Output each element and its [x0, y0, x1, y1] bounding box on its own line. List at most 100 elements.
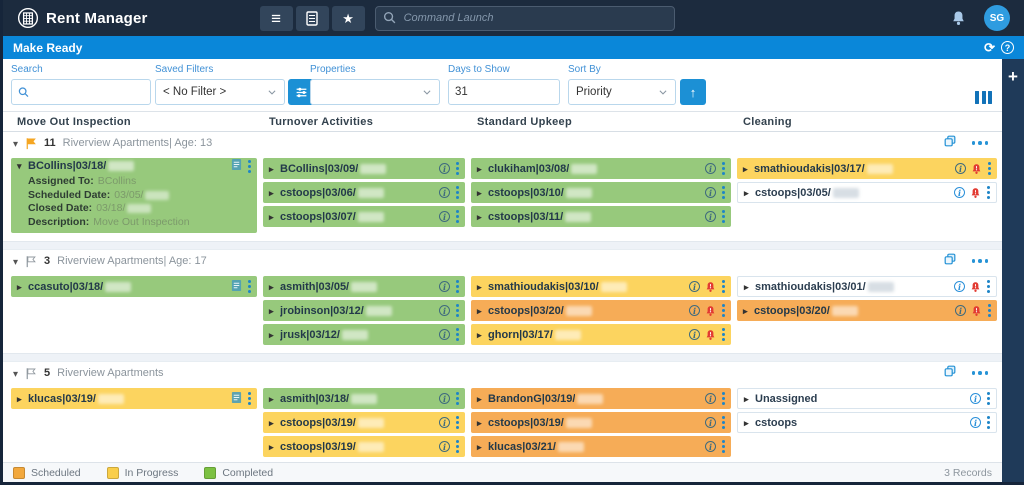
kebab-menu-icon[interactable]: [721, 185, 726, 200]
favorites-button[interactable]: [332, 6, 365, 31]
info-icon[interactable]: [689, 305, 700, 316]
notifications-bell-icon[interactable]: [951, 10, 966, 26]
kebab-menu-icon[interactable]: [455, 327, 460, 342]
task-card[interactable]: clukiham|03/08/: [471, 158, 731, 179]
info-icon[interactable]: [689, 329, 700, 340]
task-card[interactable]: cstoops|03/20/: [471, 300, 731, 321]
task-card[interactable]: cstoops|03/19/: [471, 412, 731, 433]
task-card[interactable]: smathioudakis|03/10/: [471, 276, 731, 297]
kebab-menu-icon[interactable]: [455, 209, 460, 224]
user-avatar[interactable]: SG: [984, 5, 1010, 31]
hamburger-menu-button[interactable]: [260, 6, 293, 31]
kebab-menu-icon[interactable]: [247, 159, 252, 174]
task-card[interactable]: Unassigned: [737, 388, 997, 409]
task-card[interactable]: asmith|03/18/: [263, 388, 465, 409]
task-card[interactable]: BrandonG|03/19/: [471, 388, 731, 409]
add-button[interactable]: [1008, 68, 1018, 87]
duplicate-icon[interactable]: [943, 134, 957, 153]
kebab-menu-icon[interactable]: [721, 279, 726, 294]
info-icon[interactable]: [439, 305, 450, 316]
kebab-menu-icon[interactable]: [721, 327, 726, 342]
info-icon[interactable]: [705, 187, 716, 198]
group-header[interactable]: 11 Riverview Apartments| Age: 13: [3, 132, 1002, 154]
info-icon[interactable]: [955, 305, 966, 316]
column-layout-icon[interactable]: [975, 91, 992, 104]
info-icon[interactable]: [970, 393, 981, 404]
kebab-menu-icon[interactable]: [455, 161, 460, 176]
task-card[interactable]: cstoops|03/20/: [737, 300, 997, 321]
task-card[interactable]: cstoops|03/07/: [263, 206, 465, 227]
duplicate-icon[interactable]: [943, 252, 957, 271]
search-field[interactable]: [11, 79, 151, 105]
more-options-icon[interactable]: [972, 371, 989, 375]
kebab-menu-icon[interactable]: [986, 279, 991, 294]
task-card[interactable]: ccasuto|03/18/: [11, 276, 257, 297]
command-launch-input[interactable]: [375, 6, 675, 31]
kebab-menu-icon[interactable]: [721, 209, 726, 224]
sort-direction-button[interactable]: [680, 79, 706, 105]
kebab-menu-icon[interactable]: [455, 303, 460, 318]
info-icon[interactable]: [439, 329, 450, 340]
task-card[interactable]: cstoops|03/05/: [737, 182, 997, 203]
info-icon[interactable]: [439, 393, 450, 404]
task-card[interactable]: smathioudakis|03/01/: [737, 276, 997, 297]
info-icon[interactable]: [954, 281, 965, 292]
kebab-menu-icon[interactable]: [987, 161, 992, 176]
kebab-menu-icon[interactable]: [986, 391, 991, 406]
info-icon[interactable]: [954, 187, 965, 198]
duplicate-icon[interactable]: [943, 364, 957, 383]
kebab-menu-icon[interactable]: [455, 185, 460, 200]
kebab-menu-icon[interactable]: [247, 391, 252, 406]
task-card[interactable]: cstoops|03/11/: [471, 206, 731, 227]
kebab-menu-icon[interactable]: [455, 391, 460, 406]
kebab-menu-icon[interactable]: [986, 185, 991, 200]
task-card[interactable]: asmith|03/05/: [263, 276, 465, 297]
task-card[interactable]: cstoops|03/19/: [263, 436, 465, 457]
search-input[interactable]: [29, 80, 150, 104]
more-options-icon[interactable]: [972, 141, 989, 145]
group-header[interactable]: 3 Riverview Apartments| Age: 17: [3, 250, 1002, 272]
info-icon[interactable]: [705, 417, 716, 428]
task-card[interactable]: klucas|03/21/: [471, 436, 731, 457]
task-card[interactable]: BCollins|03/18/ Assigned To: BCollins Sc…: [11, 158, 257, 233]
kebab-menu-icon[interactable]: [721, 161, 726, 176]
help-icon[interactable]: [1001, 41, 1014, 54]
clipboard-icon[interactable]: [231, 158, 242, 174]
info-icon[interactable]: [439, 163, 450, 174]
command-launch-search[interactable]: [375, 6, 675, 31]
task-card[interactable]: jrusk|03/12/: [263, 324, 465, 345]
task-card[interactable]: smathioudakis|03/17/: [737, 158, 997, 179]
properties-dropdown[interactable]: [310, 79, 440, 105]
kebab-menu-icon[interactable]: [721, 303, 726, 318]
task-card[interactable]: ghorn|03/17/: [471, 324, 731, 345]
days-to-show-field[interactable]: [448, 79, 560, 105]
kebab-menu-icon[interactable]: [721, 439, 726, 454]
kebab-menu-icon[interactable]: [455, 279, 460, 294]
kebab-menu-icon[interactable]: [721, 415, 726, 430]
group-header[interactable]: 5 Riverview Apartments: [3, 362, 1002, 384]
task-card[interactable]: cstoops|03/06/: [263, 182, 465, 203]
task-card[interactable]: cstoops: [737, 412, 997, 433]
info-icon[interactable]: [439, 187, 450, 198]
info-icon[interactable]: [439, 417, 450, 428]
app-logo[interactable]: Rent Manager: [17, 7, 148, 29]
kebab-menu-icon[interactable]: [986, 415, 991, 430]
kebab-menu-icon[interactable]: [247, 279, 252, 294]
info-icon[interactable]: [439, 211, 450, 222]
task-card[interactable]: klucas|03/19/: [11, 388, 257, 409]
task-card[interactable]: BCollins|03/09/: [263, 158, 465, 179]
clipboard-icon[interactable]: [231, 279, 242, 295]
info-icon[interactable]: [970, 417, 981, 428]
info-icon[interactable]: [689, 281, 700, 292]
info-icon[interactable]: [705, 211, 716, 222]
info-icon[interactable]: [705, 441, 716, 452]
more-options-icon[interactable]: [972, 259, 989, 263]
refresh-icon[interactable]: [984, 39, 995, 57]
info-icon[interactable]: [705, 163, 716, 174]
task-card[interactable]: cstoops|03/10/: [471, 182, 731, 203]
kebab-menu-icon[interactable]: [455, 415, 460, 430]
info-icon[interactable]: [955, 163, 966, 174]
saved-filters-dropdown[interactable]: < No Filter >: [155, 79, 285, 105]
info-icon[interactable]: [705, 393, 716, 404]
kebab-menu-icon[interactable]: [721, 391, 726, 406]
